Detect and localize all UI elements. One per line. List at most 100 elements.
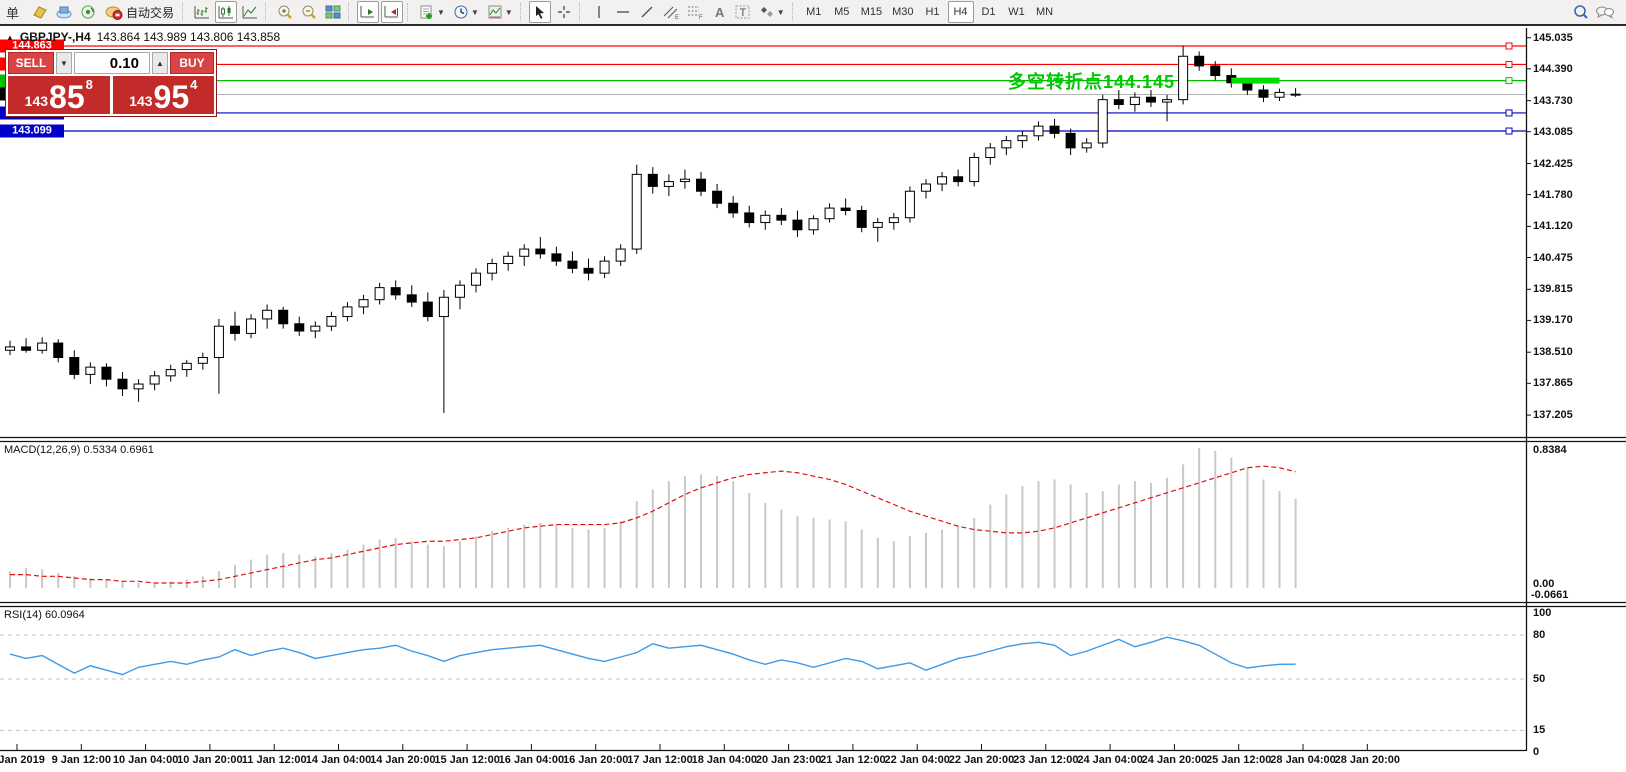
candle	[230, 326, 239, 333]
candle	[986, 148, 995, 158]
candle	[343, 307, 352, 317]
candle	[22, 347, 31, 350]
candle	[1066, 133, 1075, 147]
candle	[214, 326, 223, 357]
sell-price-sup: 8	[86, 77, 93, 92]
line-anchor-marker[interactable]	[1506, 43, 1512, 49]
candle	[182, 363, 191, 369]
candle	[1195, 56, 1204, 66]
candle	[761, 215, 770, 222]
candle	[1163, 100, 1172, 102]
volume-input[interactable]	[74, 52, 150, 74]
candle	[1098, 100, 1107, 143]
candle	[391, 288, 400, 295]
candle	[970, 157, 979, 181]
candle	[568, 261, 577, 268]
candle	[1211, 66, 1220, 76]
chart-canvas[interactable]	[0, 0, 1626, 772]
collapse-arrow-icon[interactable]: ▲	[6, 33, 14, 42]
candle	[263, 310, 272, 319]
candle	[455, 285, 464, 297]
candle	[697, 179, 706, 191]
candle	[1050, 126, 1059, 133]
candle	[520, 249, 529, 256]
line-anchor-marker[interactable]	[1506, 128, 1512, 134]
candle	[1034, 126, 1043, 136]
candle	[809, 219, 818, 230]
candle	[423, 302, 432, 316]
candle	[1291, 94, 1300, 95]
chart-annotation-text[interactable]: 多空转折点144.145	[1008, 68, 1175, 94]
sell-price-prefix: 143	[25, 93, 48, 109]
candle	[600, 261, 609, 273]
mt4-window: 单 自动交易	[0, 0, 1626, 772]
sell-price-display[interactable]: 143 85 8	[8, 76, 110, 114]
line-anchor-marker[interactable]	[1506, 78, 1512, 84]
candle	[1018, 136, 1027, 141]
sell-price-big: 85	[49, 82, 85, 112]
line-anchor-marker[interactable]	[1506, 61, 1512, 67]
candle	[1275, 92, 1284, 97]
candle	[54, 343, 63, 357]
line-anchor-marker[interactable]	[1506, 110, 1512, 116]
macd-label: MACD(12,26,9) 0.5334 0.6961	[4, 444, 154, 456]
ohlc-values: 143.864 143.989 143.806 143.858	[97, 30, 281, 44]
candle	[938, 177, 947, 184]
candle	[873, 223, 882, 228]
buy-button[interactable]: BUY	[170, 52, 214, 74]
candle	[311, 326, 320, 331]
candle	[375, 288, 384, 300]
candle	[954, 177, 963, 182]
candle	[1243, 83, 1252, 90]
candle	[359, 300, 368, 307]
candle	[889, 218, 898, 223]
candle	[857, 211, 866, 228]
candle	[472, 273, 481, 285]
candle	[38, 343, 47, 350]
candle	[745, 213, 754, 223]
volume-increase-button[interactable]: ▲	[152, 52, 168, 74]
candle	[70, 358, 79, 375]
candle	[1082, 143, 1091, 148]
candle	[552, 254, 561, 261]
symbol-period-label: GBPJPY-,H4	[20, 30, 91, 44]
candle	[118, 379, 127, 389]
candle	[921, 184, 930, 191]
candle	[584, 268, 593, 273]
candle	[6, 347, 15, 350]
buy-price-sup: 4	[190, 77, 197, 92]
volume-decrease-button[interactable]: ▼	[56, 52, 72, 74]
candle	[1179, 56, 1188, 99]
candle	[407, 295, 416, 302]
buy-price-prefix: 143	[129, 93, 152, 109]
candle	[102, 367, 111, 379]
candle	[134, 384, 143, 389]
candle	[536, 249, 545, 254]
candle	[1002, 141, 1011, 148]
candle	[729, 203, 738, 213]
candle	[713, 191, 722, 203]
buy-price-display[interactable]: 143 95 4	[113, 76, 215, 114]
candle	[1114, 100, 1123, 105]
trendline-segment[interactable]	[1231, 78, 1279, 84]
chart-title: ▲ GBPJPY-,H4 143.864 143.989 143.806 143…	[6, 30, 280, 44]
candle	[488, 264, 497, 274]
candle	[504, 256, 513, 263]
sell-button[interactable]: SELL	[8, 52, 54, 74]
one-click-trading-panel: SELL ▼ ▲ BUY 143 85 8 143 95 4	[5, 49, 217, 117]
candle	[616, 249, 625, 261]
candle	[1130, 97, 1139, 104]
candle	[439, 297, 448, 316]
candle	[1259, 90, 1268, 97]
candle	[905, 191, 914, 218]
candle	[247, 319, 256, 333]
buy-price-big: 95	[154, 82, 190, 112]
candle	[327, 317, 336, 327]
rsi-label: RSI(14) 60.0964	[4, 609, 85, 621]
candle	[777, 215, 786, 220]
candle	[86, 367, 95, 374]
candle	[150, 376, 159, 384]
candle	[632, 174, 641, 249]
candle	[648, 174, 657, 186]
candle	[279, 310, 288, 323]
